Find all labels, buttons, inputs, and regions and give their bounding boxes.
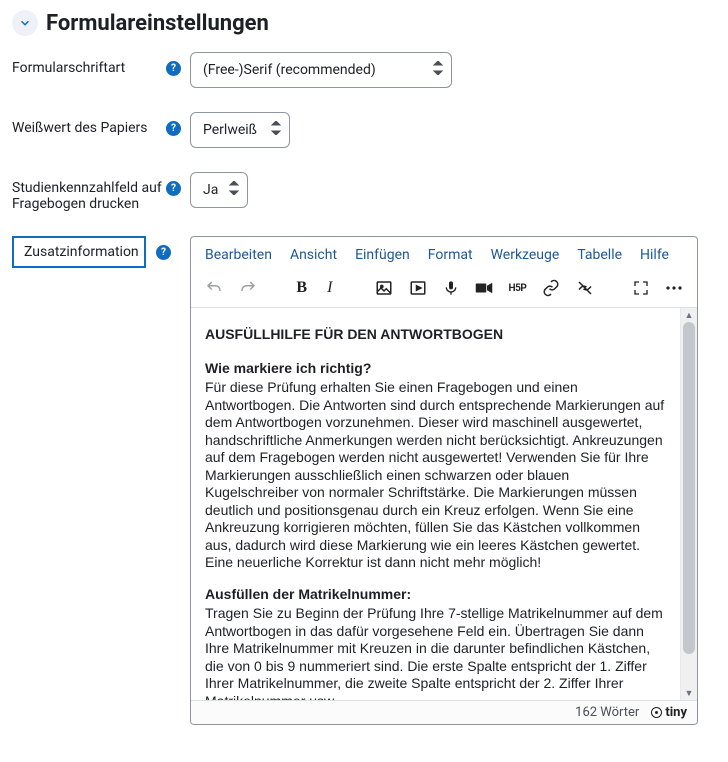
scroll-thumb[interactable] <box>683 322 695 654</box>
more-icon[interactable] <box>665 279 683 297</box>
menu-edit[interactable]: Bearbeiten <box>205 247 272 263</box>
content-subheading: Wie markiere ich richtig? <box>205 360 666 378</box>
select-value: (Free-)Serif (recommended) <box>203 62 376 78</box>
whitepoint-select[interactable]: Perlweiß <box>190 112 290 148</box>
tiny-logo-text: tiny <box>665 705 687 720</box>
font-select[interactable]: (Free-)Serif (recommended) <box>190 52 452 88</box>
bold-icon[interactable]: B <box>296 279 308 297</box>
field-row-whitepoint: Weißwert des Papiers ? Perlweiß <box>12 112 716 148</box>
tiny-logo: tiny <box>651 705 687 720</box>
editor-statusbar: 162 Wörter tiny <box>191 700 697 724</box>
image-icon[interactable] <box>375 279 393 297</box>
tiny-logo-icon <box>651 707 662 718</box>
help-icon[interactable]: ? <box>156 245 171 260</box>
fullscreen-icon[interactable] <box>633 279 649 297</box>
field-label: Weißwert des Papiers ? <box>12 112 190 140</box>
label-text: Zusatzinformation <box>24 244 139 260</box>
label-text: Formularschriftart <box>12 60 125 76</box>
select-value: Perlweiß <box>203 122 257 138</box>
help-icon[interactable]: ? <box>166 61 181 76</box>
field-row-studycode: Studienkennzahlfeld auf Fragebogen druck… <box>12 172 716 212</box>
microphone-icon[interactable] <box>443 279 459 297</box>
redo-icon[interactable] <box>239 279 257 297</box>
chevron-updown-icon <box>433 61 443 79</box>
video-icon[interactable] <box>475 279 493 297</box>
select-value: Ja <box>203 182 218 198</box>
content-heading: AUSFÜLLHILFE FÜR DEN ANTWORTBOGEN <box>205 326 666 344</box>
content-subheading: Ausfüllen der Matrikelnummer: <box>205 586 666 604</box>
chevron-down-icon <box>18 16 32 30</box>
rich-text-editor: Bearbeiten Ansicht Einfügen Format Werkz… <box>190 236 698 725</box>
italic-icon[interactable]: I <box>324 279 336 297</box>
undo-icon[interactable] <box>205 279 223 297</box>
editor-content[interactable]: AUSFÜLLHILFE FÜR DEN ANTWORTBOGEN Wie ma… <box>191 308 680 700</box>
studycode-select[interactable]: Ja <box>190 172 248 208</box>
editor-scrollbar[interactable]: ▲ ▼ <box>680 308 697 700</box>
menu-table[interactable]: Tabelle <box>577 247 622 263</box>
content-paragraph: Tragen Sie zu Beginn der Prüfung Ihre 7-… <box>205 605 666 700</box>
menu-insert[interactable]: Einfügen <box>355 247 410 263</box>
editor-toolbar: B I H5P <box>191 273 697 308</box>
field-row-font: Formularschriftart ? (Free-)Serif (recom… <box>12 52 716 88</box>
menu-format[interactable]: Format <box>428 247 473 263</box>
menu-help[interactable]: Hilfe <box>640 247 669 263</box>
editor-menubar: Bearbeiten Ansicht Einfügen Format Werkz… <box>191 237 697 273</box>
link-icon[interactable] <box>542 279 560 297</box>
extra-label-highlight: Zusatzinformation <box>12 236 146 268</box>
chevron-updown-icon <box>271 121 281 139</box>
field-label: Studienkennzahlfeld auf Fragebogen druck… <box>12 172 190 212</box>
help-icon[interactable]: ? <box>166 181 181 196</box>
menu-tools[interactable]: Werkzeuge <box>491 247 560 263</box>
h5p-icon[interactable]: H5P <box>509 279 527 297</box>
unlink-icon[interactable] <box>576 279 594 297</box>
scroll-down-icon[interactable]: ▼ <box>681 686 697 700</box>
help-icon[interactable]: ? <box>166 121 181 136</box>
label-text: Studienkennzahlfeld auf Fragebogen druck… <box>12 180 190 212</box>
scroll-up-icon[interactable]: ▲ <box>681 308 697 322</box>
field-label: Formularschriftart ? <box>12 52 190 80</box>
collapse-toggle[interactable] <box>12 10 38 36</box>
media-icon[interactable] <box>409 279 427 297</box>
label-text: Weißwert des Papiers <box>12 120 148 136</box>
field-row-extra: Zusatzinformation ? Bearbeiten Ansicht E… <box>12 236 716 725</box>
content-paragraph: Für diese Prüfung erhalten Sie einen Fra… <box>205 379 666 572</box>
editor-body-wrap: AUSFÜLLHILFE FÜR DEN ANTWORTBOGEN Wie ma… <box>191 308 697 700</box>
section-header: Formulareinstellungen <box>12 10 716 36</box>
field-label: Zusatzinformation ? <box>12 236 190 725</box>
word-count: 162 Wörter <box>575 705 639 720</box>
chevron-updown-icon <box>229 181 239 199</box>
menu-view[interactable]: Ansicht <box>290 247 337 263</box>
section-title: Formulareinstellungen <box>46 11 269 36</box>
